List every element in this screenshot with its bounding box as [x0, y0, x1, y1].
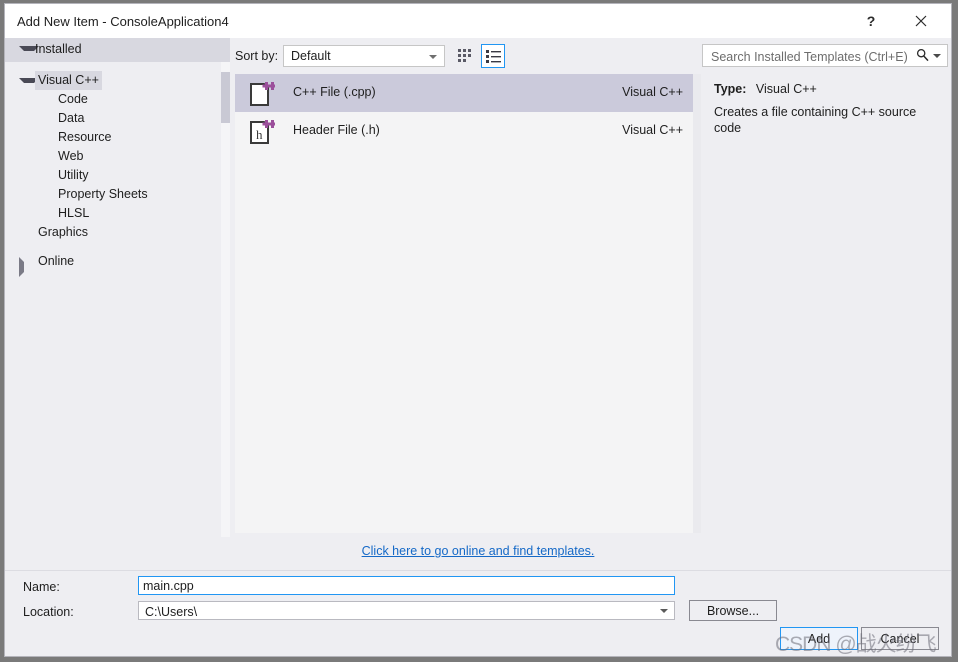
sort-and-view-toolbar: Sort by: Default [235, 44, 701, 70]
tree-item-resource[interactable]: Resource [55, 128, 215, 147]
installed-group-label: Installed [35, 42, 82, 56]
title-bar: Add New Item - ConsoleApplication4 ? [5, 4, 951, 38]
tree-item-web[interactable]: Web [55, 147, 215, 166]
name-input[interactable] [138, 576, 675, 595]
tree-item-data[interactable]: Data [55, 109, 215, 128]
tree-item-label: Visual C++ [35, 71, 102, 90]
tree-item-label: Online [38, 254, 75, 268]
sort-by-value: Default [291, 49, 331, 63]
add-button[interactable]: Add [780, 627, 858, 650]
tree-item-label: Graphics [38, 225, 89, 239]
template-list-item[interactable]: h Header File (.h) Visual C++ [235, 112, 693, 150]
tree-item-online[interactable]: Online [19, 252, 215, 277]
tree-item-utility[interactable]: Utility [55, 166, 215, 185]
location-input[interactable] [143, 602, 647, 621]
tree-item-label: Web [58, 149, 84, 163]
find-online-templates-link[interactable]: Click here to go online and find templat… [5, 544, 951, 558]
template-list-scrollbar[interactable] [693, 74, 701, 533]
location-label: Location: [23, 605, 74, 619]
tree-item-label: Data [58, 111, 85, 125]
template-list-item[interactable]: C++ File (.cpp) Visual C++ [235, 74, 693, 112]
browse-button[interactable]: Browse... [689, 600, 777, 621]
tree-item-label: HLSL [58, 206, 90, 220]
template-language: Visual C++ [622, 85, 683, 99]
chevron-down-icon [429, 55, 437, 59]
chevron-right-icon[interactable] [19, 257, 34, 277]
installed-group-header[interactable]: Installed [5, 38, 230, 62]
tiles-view-icon[interactable] [453, 44, 477, 68]
sidebar-scrollbar-thumb[interactable] [221, 72, 230, 123]
tree-item-property-sheets[interactable]: Property Sheets [55, 185, 215, 204]
chevron-down-icon[interactable] [660, 609, 668, 613]
help-icon[interactable]: ? [849, 4, 893, 37]
cancel-button[interactable]: Cancel [861, 627, 939, 650]
search-icon[interactable] [916, 48, 929, 65]
template-type-value: Visual C++ [755, 82, 817, 96]
fields-separator [5, 570, 951, 571]
tree-item-graphics[interactable]: Graphics [35, 223, 215, 242]
template-name: Header File (.h) [293, 123, 380, 137]
sort-by-dropdown[interactable]: Default [283, 45, 445, 67]
template-list: C++ File (.cpp) Visual C++ h Header File (.… [235, 74, 701, 533]
tree-item-label: Utility [58, 168, 89, 182]
tree-item-label: Code [58, 92, 88, 106]
template-description: Creates a file containing C++ source cod… [714, 105, 917, 135]
template-type-label: Type: [714, 82, 747, 96]
tree-item-label: Property Sheets [58, 187, 148, 201]
installed-templates-sidebar: Installed Visual C++ Code Data Resource Web U… [5, 38, 230, 537]
template-language: Visual C++ [622, 123, 683, 137]
tree-item-visual-c[interactable]: Visual C++ [19, 71, 215, 90]
location-combobox[interactable] [138, 601, 675, 621]
search-templates-box[interactable] [702, 44, 948, 68]
template-info-panel: Type: Visual C++ Creates a file containi… [702, 74, 948, 533]
tree-item-label: Resource [58, 130, 112, 144]
svg-text:h: h [256, 127, 263, 142]
list-view-icon[interactable] [481, 44, 505, 68]
cpp-file-icon [247, 80, 277, 108]
chevron-down-icon[interactable] [933, 54, 941, 58]
tree-item-code[interactable]: Code [55, 90, 215, 109]
sidebar-scrollbar[interactable] [221, 62, 230, 537]
add-new-item-dialog: Add New Item - ConsoleApplication4 ? Ins… [4, 3, 952, 657]
dialog-title: Add New Item - ConsoleApplication4 [17, 14, 229, 29]
tree-item-hlsl[interactable]: HLSL [55, 204, 215, 223]
search-input[interactable] [709, 45, 913, 68]
name-label: Name: [23, 580, 60, 594]
close-icon[interactable] [899, 4, 943, 37]
sort-by-label: Sort by: [235, 49, 279, 63]
header-file-icon: h [247, 118, 277, 146]
template-name: C++ File (.cpp) [293, 85, 376, 99]
template-type-row: Type: Visual C++ [714, 82, 817, 96]
